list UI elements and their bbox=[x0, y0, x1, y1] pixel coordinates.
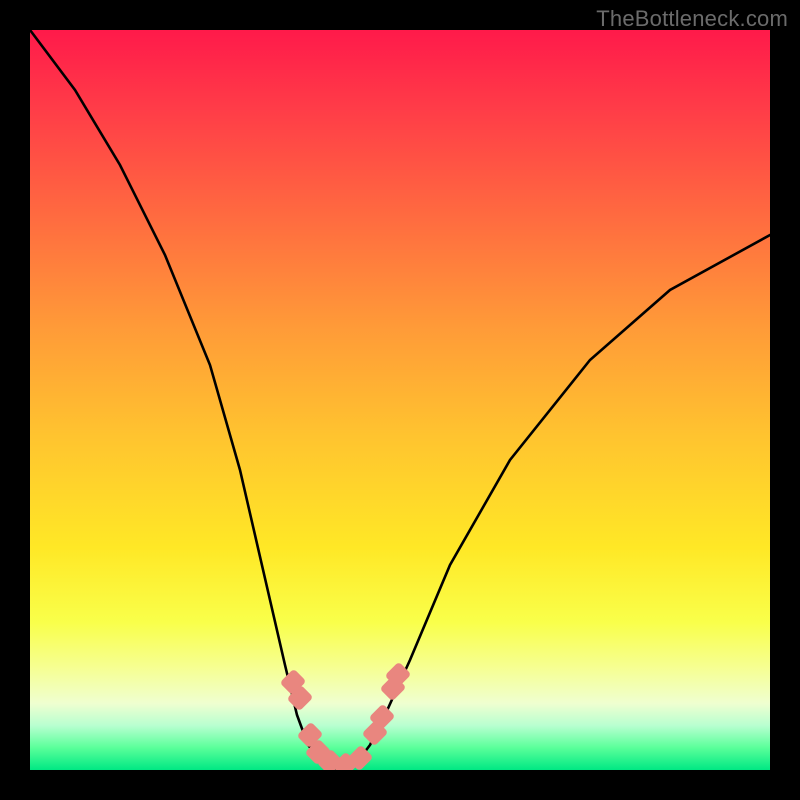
watermark-text: TheBottleneck.com bbox=[596, 6, 788, 32]
chart-plot-area bbox=[30, 30, 770, 770]
chart-frame: TheBottleneck.com bbox=[0, 0, 800, 800]
data-point-markers bbox=[30, 30, 770, 770]
